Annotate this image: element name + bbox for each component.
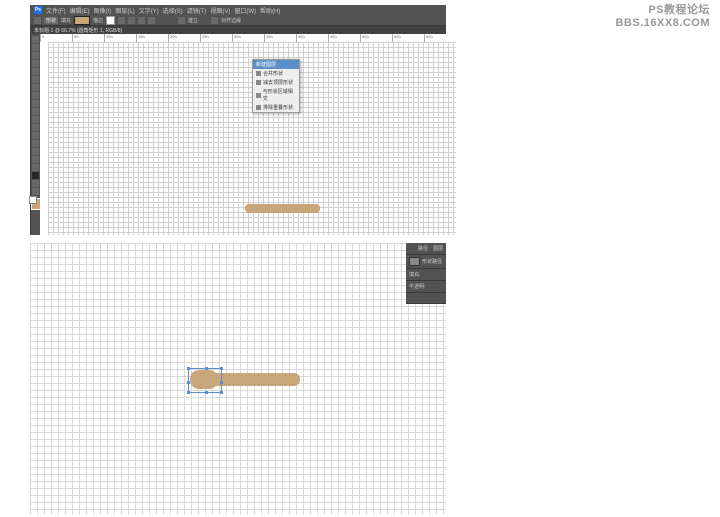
menu-help[interactable]: 帮助(H) (260, 6, 280, 15)
path-h-icon[interactable] (148, 17, 155, 24)
panel-opacity-row: 不透明: (406, 281, 446, 293)
document-tab-bar: 未标题-1 @ 66.7% (圆角矩形 1, RGB/8) (30, 26, 446, 34)
dropdown-item-intersect[interactable]: 与形状区域相交 (253, 87, 299, 103)
dropdown-active-item[interactable]: 新建图层 (253, 60, 299, 69)
wand-tool-icon[interactable] (32, 60, 39, 67)
handle-rm[interactable] (220, 381, 223, 384)
stroke-label: 描边 (93, 17, 103, 24)
subtract-icon (256, 80, 261, 85)
zoom-tool-icon[interactable] (32, 188, 39, 195)
intersect-icon (256, 93, 261, 98)
panel-footer (406, 293, 446, 304)
tool-preset-icon[interactable] (34, 17, 41, 24)
handle-tr[interactable] (220, 367, 223, 370)
panel-path-item[interactable]: 形状路径 (406, 255, 446, 269)
history-brush-icon[interactable] (32, 108, 39, 115)
fill-swatch[interactable] (74, 16, 90, 25)
toolbox (31, 34, 40, 235)
shape-mode-select[interactable]: 形状 (44, 17, 58, 24)
panel-tab-paths[interactable]: 路径 (418, 245, 428, 252)
menu-image[interactable]: 图像(I) (94, 6, 112, 15)
type-tool-icon[interactable] (32, 156, 39, 163)
stroke-style-icon[interactable] (128, 17, 135, 24)
dodge-tool-icon[interactable] (32, 140, 39, 147)
handle-tl[interactable] (187, 367, 190, 370)
menu-filter[interactable]: 滤镜(T) (187, 6, 207, 15)
ps-logo-icon: Ps (34, 6, 42, 14)
gradient-tool-icon[interactable] (32, 124, 39, 131)
selection-bounding-box[interactable] (188, 368, 222, 393)
path-thumb-icon (409, 257, 420, 266)
path-build-label: 建立 (188, 17, 198, 24)
menu-type[interactable]: 文字(Y) (139, 6, 159, 15)
rounded-rect-shape[interactable] (245, 204, 320, 213)
handle-bm[interactable] (205, 391, 208, 394)
menu-edit[interactable]: 编辑(E) (70, 6, 90, 15)
document-tab[interactable]: 未标题-1 @ 66.7% (圆角矩形 1, RGB/8) (34, 27, 122, 34)
crop-tool-icon[interactable] (32, 68, 39, 75)
path-select-icon[interactable] (32, 164, 39, 171)
fill-label: 填充 (61, 17, 71, 24)
panel-tabs: 路径 图层 (406, 243, 446, 255)
menu-select[interactable]: 选择(S) (163, 6, 183, 15)
hand-tool-icon[interactable] (32, 180, 39, 187)
dropdown-item-subtract[interactable]: 减去顶层形状 (253, 78, 299, 87)
handle-bl[interactable] (187, 391, 190, 394)
exclude-icon (256, 105, 261, 110)
path-item-label: 形状路径 (422, 258, 442, 265)
path-ops-icon[interactable] (178, 17, 185, 24)
align-edges-label: 对齐边缘 (221, 17, 241, 24)
screenshot-photoshop-main: Ps 文件(F) 编辑(E) 图像(I) 图层(L) 文字(Y) 选择(S) 滤… (30, 5, 446, 234)
lasso-tool-icon[interactable] (32, 52, 39, 59)
watermark: PS教程论坛 BBS.16XX8.COM (615, 4, 710, 30)
menu-view[interactable]: 视图(V) (210, 6, 230, 15)
paths-panel: 路径 图层 形状路径 填充: 不透明: (406, 243, 446, 304)
eraser-tool-icon[interactable] (32, 116, 39, 123)
dropdown-item-combine[interactable]: 合并形状 (253, 69, 299, 78)
color-swatch-icon[interactable] (31, 198, 41, 210)
marquee-tool-icon[interactable] (32, 44, 39, 51)
menu-file[interactable]: 文件(F) (46, 6, 66, 15)
combine-icon (256, 71, 261, 76)
align-icon[interactable] (211, 17, 218, 24)
panel-fill-row: 填充: (406, 269, 446, 281)
blur-tool-icon[interactable] (32, 132, 39, 139)
dropdown-item-exclude[interactable]: 排除重叠形状 (253, 103, 299, 112)
options-bar: 形状 填充 描边 建立 对齐边缘 (30, 15, 446, 26)
move-tool-icon[interactable] (32, 36, 39, 43)
stroke-swatch[interactable] (106, 16, 115, 25)
menu-window[interactable]: 窗口(W) (234, 6, 256, 15)
canvas-area[interactable]: 050100150200250300350400450500550600 新建图… (40, 34, 456, 235)
watermark-line2: BBS.16XX8.COM (615, 17, 710, 30)
screenshot-canvas-closeup: 路径 图层 形状路径 填充: 不透明: (30, 243, 446, 515)
brush-tool-icon[interactable] (32, 92, 39, 99)
rectangle-tool-icon[interactable] (32, 172, 39, 179)
watermark-line1: PS教程论坛 (615, 4, 710, 17)
menu-layer[interactable]: 图层(L) (115, 6, 134, 15)
handle-br[interactable] (220, 391, 223, 394)
eyedropper-tool-icon[interactable] (32, 76, 39, 83)
healing-tool-icon[interactable] (32, 84, 39, 91)
handle-tm[interactable] (205, 367, 208, 370)
stroke-width-icon[interactable] (118, 17, 125, 24)
handle-lm[interactable] (187, 381, 190, 384)
panel-fill-label: 填充: (409, 271, 420, 278)
path-operations-dropdown: 新建图层 合并形状 减去顶层形状 与形状区域相交 排除重叠形状 (252, 59, 300, 113)
panel-tab-layers[interactable]: 图层 (433, 245, 443, 252)
menubar: Ps 文件(F) 编辑(E) 图像(I) 图层(L) 文字(Y) 选择(S) 滤… (30, 5, 446, 15)
stamp-tool-icon[interactable] (32, 100, 39, 107)
panel-opacity-label: 不透明: (409, 283, 425, 290)
pen-tool-icon[interactable] (32, 148, 39, 155)
path-w-icon[interactable] (138, 17, 145, 24)
